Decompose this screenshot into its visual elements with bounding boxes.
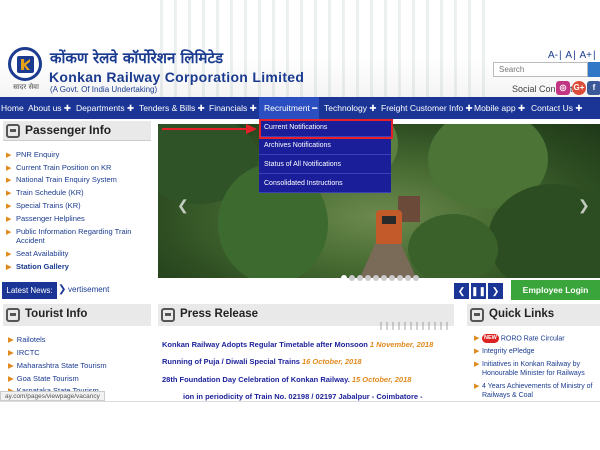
highlight-box — [259, 119, 393, 139]
slider-dot[interactable] — [341, 275, 347, 281]
font-normal-button[interactable]: A — [565, 50, 572, 61]
slider-dot[interactable] — [397, 275, 403, 281]
list-item[interactable]: ▶ Goa State Tourism — [8, 374, 79, 383]
org-name: Konkan Railway Corporation Limited — [49, 69, 305, 85]
slider-prev-icon[interactable]: ❮ — [177, 197, 189, 214]
slider-dot[interactable] — [389, 275, 395, 281]
slider-dot[interactable] — [373, 275, 379, 281]
org-name-hindi: कोंकण रेलवे कॉर्पोरेशन लिमिटेड — [50, 49, 224, 67]
status-bar-url: ay.com/pages/viewpage/vacancy — [0, 391, 105, 401]
train-icon — [6, 308, 20, 322]
train-icon — [161, 308, 175, 322]
nav-about-us[interactable]: About us ✚ — [28, 97, 71, 119]
main-nav: Home About us ✚ Departments ✚ Tenders & … — [0, 97, 600, 119]
quick-links-header: Quick Links — [467, 304, 600, 326]
slider-dot[interactable] — [381, 275, 387, 281]
passenger-info-title: Passenger Info — [25, 123, 112, 137]
blank-area — [0, 402, 600, 450]
news-chevron-icon: ❯ — [58, 284, 67, 295]
press-release-title: Press Release — [180, 308, 259, 320]
news-next-button[interactable]: ❯ — [488, 283, 503, 299]
train-locomotive — [376, 210, 402, 244]
logo-emblem — [8, 47, 42, 81]
train-icon — [6, 124, 20, 138]
list-item[interactable]: ▶ IRCTC — [8, 348, 40, 357]
facebook-icon[interactable]: f — [587, 81, 600, 95]
tourist-info-header: Tourist Info — [3, 304, 151, 326]
instagram-icon[interactable]: ◎ — [556, 81, 570, 95]
list-item[interactable]: ▶ Railotels — [8, 335, 46, 344]
news-ticker-text[interactable]: vertisement — [68, 285, 109, 294]
search-button[interactable] — [588, 62, 600, 77]
nav-departments[interactable]: Departments ✚ — [76, 97, 134, 119]
nav-recruitment[interactable]: Recruitment ━ — [259, 97, 319, 119]
tourist-info-title: Tourist Info — [25, 308, 88, 320]
krcl-logo[interactable]: सादर सेवा — [6, 47, 46, 92]
nav-contact-us[interactable]: Contact Us ✚ — [531, 97, 583, 119]
nav-freight-customer-info[interactable]: Freight Customer Info ✚ — [381, 97, 473, 119]
menu-consolidated-instructions[interactable]: Consolidated Instructions — [259, 175, 391, 193]
news-prev-button[interactable]: ❮ — [454, 283, 469, 299]
new-badge: NEW — [482, 334, 499, 343]
logo-motto: सादर सेवा — [13, 83, 39, 91]
latest-news-label: Latest News: — [2, 282, 57, 299]
slider-dot[interactable] — [349, 275, 355, 281]
press-item[interactable]: Konkan Railway Adopts Regular Timetable … — [162, 340, 433, 349]
train-icon — [470, 308, 484, 322]
menu-status-all-notifications[interactable]: Status of All Notifications — [259, 156, 391, 174]
font-decrease-button[interactable]: A- — [548, 50, 558, 61]
org-govt-tagline: (A Govt. Of India Undertaking) — [50, 85, 158, 94]
press-header-decoration — [380, 322, 450, 330]
nav-mobile-app[interactable]: Mobile app ✚ — [474, 97, 525, 119]
font-increase-button[interactable]: A+ — [579, 50, 592, 61]
press-item[interactable]: Running of Puja / Diwali Special Trains 1… — [162, 357, 362, 366]
employee-login-button[interactable]: Employee Login — [511, 280, 600, 300]
nav-technology[interactable]: Technology ✚ — [324, 97, 377, 119]
search-input[interactable] — [493, 62, 588, 77]
slider-dot[interactable] — [365, 275, 371, 281]
google-plus-icon[interactable]: G+ — [572, 81, 586, 95]
passenger-info-header: Passenger Info — [3, 121, 151, 141]
slider-next-icon[interactable]: ❯ — [578, 197, 590, 214]
news-pause-button[interactable]: ❚❚ — [471, 283, 486, 299]
list-item[interactable]: ▶ Maharashtra State Tourism — [8, 361, 107, 370]
menu-archives-notifications[interactable]: Archives Notifications — [259, 137, 391, 155]
quick-links-title: Quick Links — [489, 308, 555, 320]
nav-tenders-bills[interactable]: Tenders & Bills ✚ — [139, 97, 205, 119]
font-size-controls: A-| A| A+| — [548, 50, 596, 61]
press-item[interactable]: ion in periodicity of Train No. 02198 / … — [183, 392, 423, 401]
slider-dot[interactable] — [413, 275, 419, 281]
pointer-arrow-icon — [162, 124, 257, 134]
nav-financials[interactable]: Financials ✚ — [209, 97, 257, 119]
nav-home[interactable]: Home — [1, 97, 24, 119]
press-item[interactable]: 28th Foundation Day Celebration of Konka… — [162, 375, 411, 384]
slider-dot[interactable] — [405, 275, 411, 281]
slider-dot[interactable] — [357, 275, 363, 281]
slider-pagination — [341, 268, 421, 281]
page: { "header": { "org_hindi": "कोंकण रेलवे … — [0, 0, 600, 450]
